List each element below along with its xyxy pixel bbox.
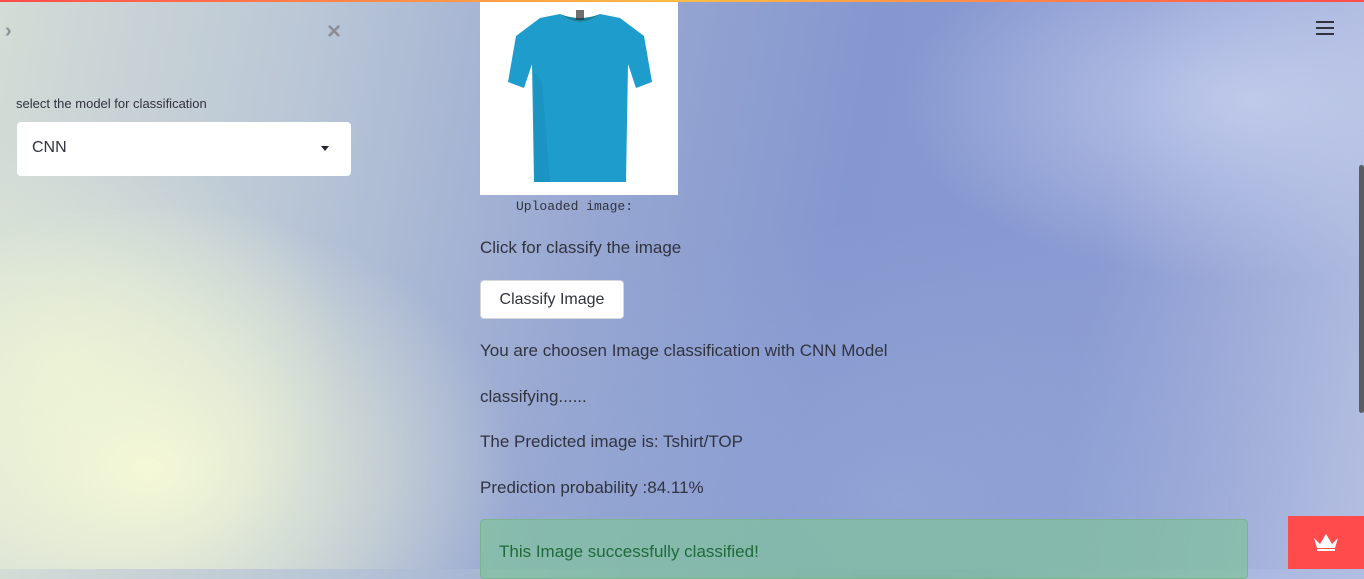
- streamlit-badge-button[interactable]: [1288, 516, 1364, 569]
- sidebar: › × select the model for classification …: [0, 2, 370, 569]
- model-choice-text: You are choosen Image classification wit…: [480, 341, 888, 360]
- tshirt-image: [508, 10, 652, 182]
- model-select[interactable]: CNN: [17, 122, 351, 176]
- success-alert: This Image successfully classified!: [480, 519, 1248, 579]
- hamburger-menu-icon[interactable]: [1316, 21, 1334, 37]
- chevron-right-icon[interactable]: ›: [5, 21, 12, 41]
- model-select-value: CNN: [32, 139, 67, 156]
- crown-icon: [1314, 534, 1338, 551]
- classifying-status: classifying......: [480, 387, 587, 406]
- close-icon[interactable]: ×: [327, 20, 341, 44]
- image-caption: Uploaded image:: [516, 199, 634, 214]
- uploaded-image: [480, 2, 678, 195]
- scrollbar-thumb[interactable]: [1359, 165, 1364, 413]
- click-prompt: Click for classify the image: [480, 238, 682, 257]
- classify-image-button[interactable]: Classify Image: [480, 280, 624, 319]
- model-select-label: select the model for classification: [16, 96, 207, 111]
- success-message: This Image successfully classified!: [499, 542, 759, 561]
- prediction-result: The Predicted image is: Tshirt/TOP: [480, 432, 743, 451]
- prediction-probability: Prediction probability :84.11%: [480, 478, 704, 497]
- caret-down-icon: [321, 146, 329, 151]
